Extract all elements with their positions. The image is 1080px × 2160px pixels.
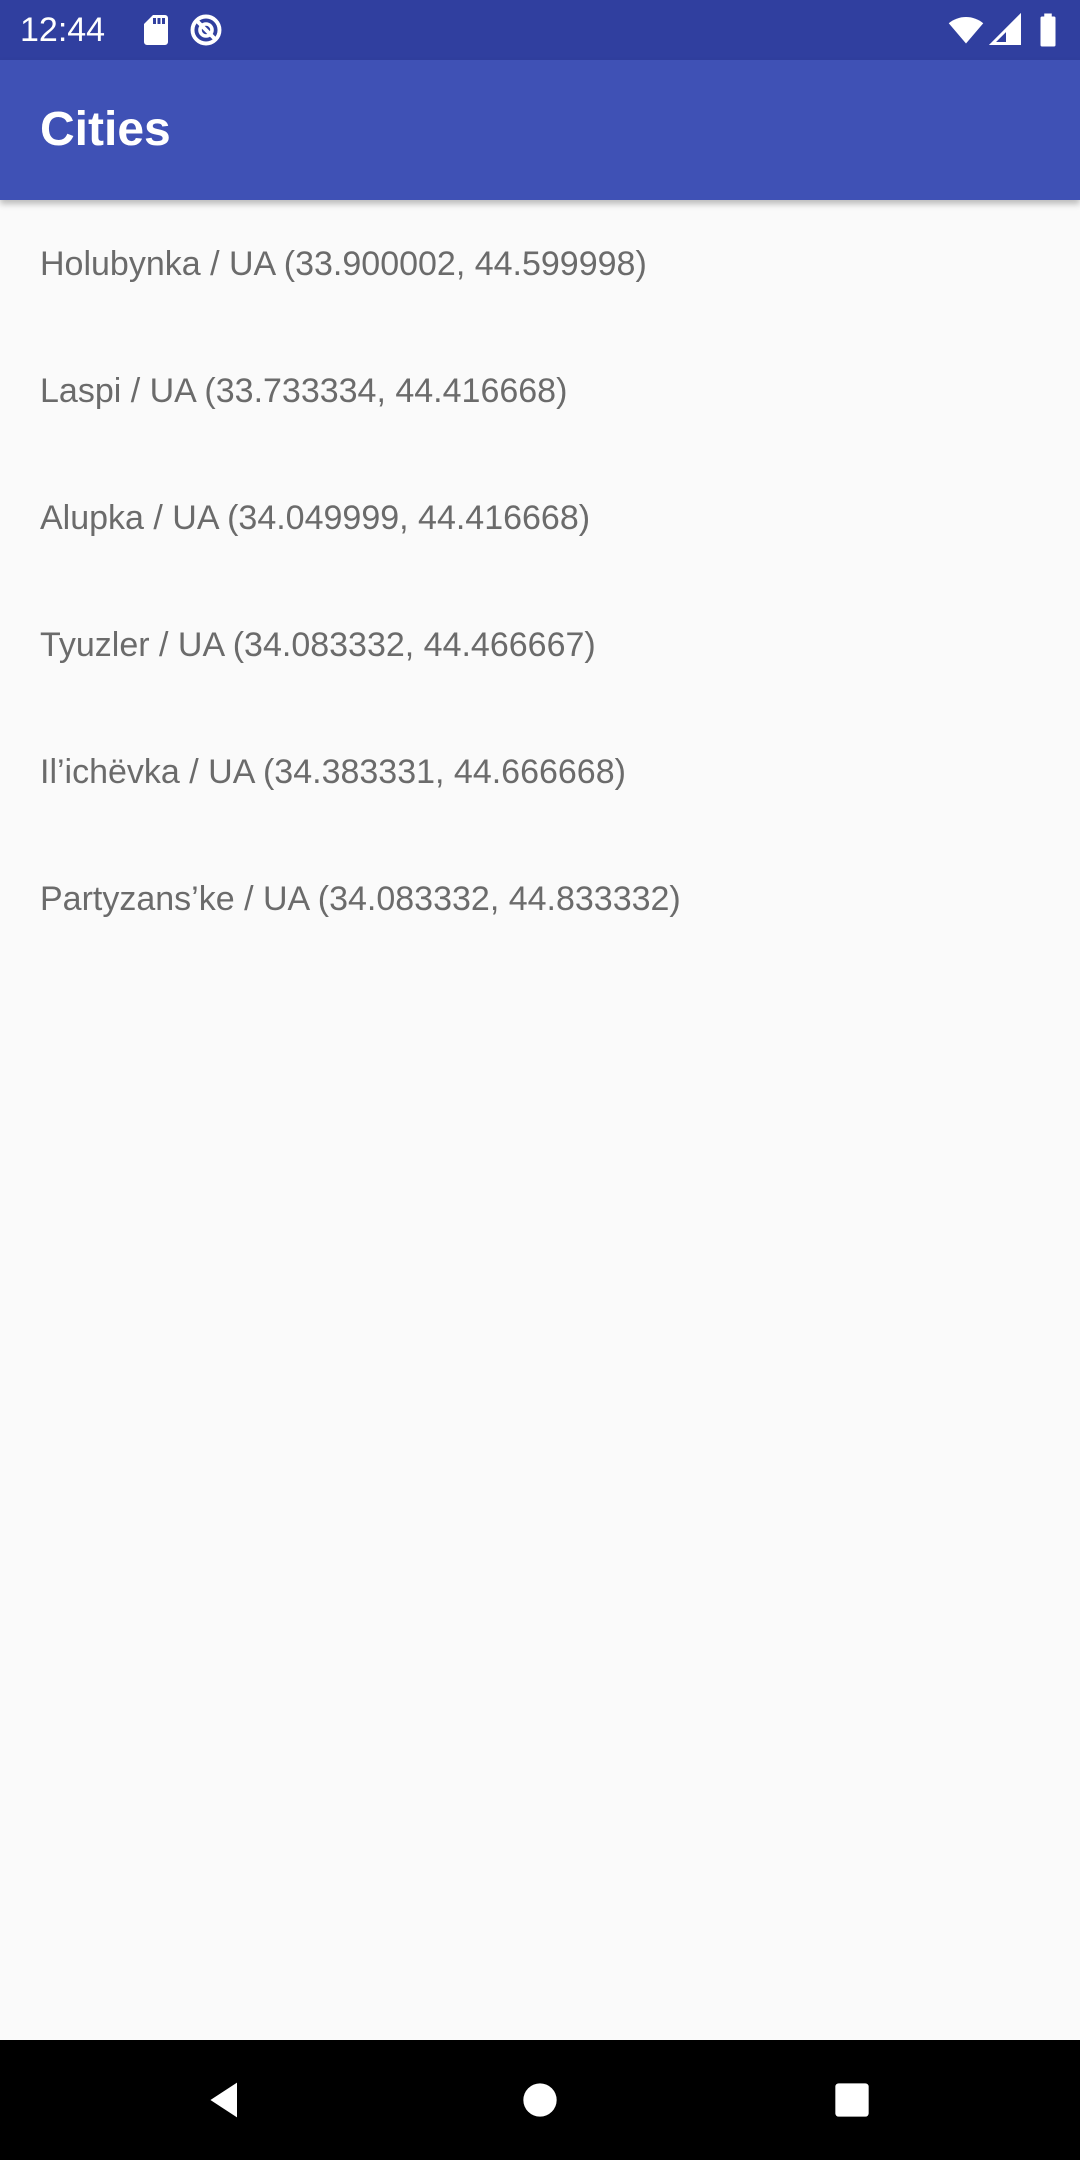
city-list: Holubynka / UA (33.900002, 44.599998) La… bbox=[0, 200, 1080, 962]
list-item[interactable]: Holubynka / UA (33.900002, 44.599998) bbox=[0, 200, 1080, 327]
city-label: Partyzans’ke / UA (34.083332, 44.833332) bbox=[40, 880, 681, 918]
list-item[interactable]: Il’ichëvka / UA (34.383331, 44.666668) bbox=[0, 708, 1080, 835]
page-title: Cities bbox=[40, 103, 171, 156]
city-label: Laspi / UA (33.733334, 44.416668) bbox=[40, 372, 568, 410]
sd-card-icon bbox=[138, 12, 174, 48]
city-label: Holubynka / UA (33.900002, 44.599998) bbox=[40, 245, 647, 283]
list-item[interactable]: Partyzans’ke / UA (34.083332, 44.833332) bbox=[0, 835, 1080, 962]
list-item[interactable]: Tyuzler / UA (34.083332, 44.466667) bbox=[0, 581, 1080, 708]
home-icon[interactable] bbox=[510, 2070, 570, 2130]
city-label: Tyuzler / UA (34.083332, 44.466667) bbox=[40, 626, 596, 664]
recents-icon[interactable] bbox=[822, 2070, 882, 2130]
status-bar: 12:44 bbox=[0, 0, 1080, 60]
status-time: 12:44 bbox=[20, 11, 106, 49]
city-label: Alupka / UA (34.049999, 44.416668) bbox=[40, 499, 591, 537]
back-icon[interactable] bbox=[196, 2070, 256, 2130]
app-bar: Cities bbox=[0, 60, 1080, 200]
list-item[interactable]: Alupka / UA (34.049999, 44.416668) bbox=[0, 454, 1080, 581]
navigation-bar bbox=[0, 2040, 1080, 2160]
battery-icon bbox=[1030, 12, 1066, 48]
sync-disabled-icon bbox=[188, 12, 224, 48]
wifi-icon bbox=[948, 12, 984, 48]
signal-icon bbox=[988, 12, 1024, 48]
list-item[interactable]: Laspi / UA (33.733334, 44.416668) bbox=[0, 327, 1080, 454]
city-label: Il’ichëvka / UA (34.383331, 44.666668) bbox=[40, 753, 626, 791]
